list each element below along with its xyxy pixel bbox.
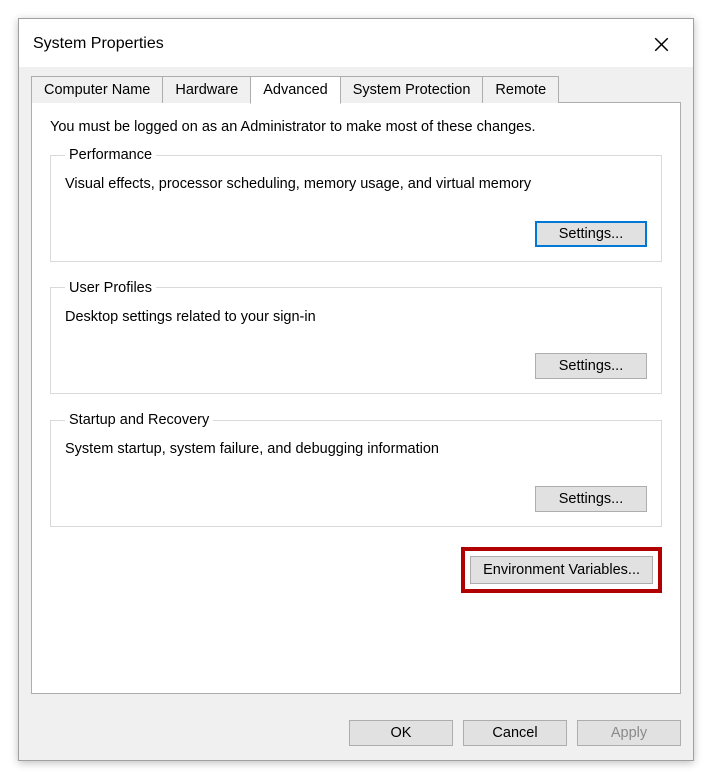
environment-variables-button[interactable]: Environment Variables...: [470, 556, 653, 584]
dialog-content: Computer Name Hardware Advanced System P…: [19, 67, 693, 706]
window-title: System Properties: [33, 35, 164, 53]
tab-remote[interactable]: Remote: [482, 76, 559, 103]
performance-group: Performance Visual effects, processor sc…: [50, 147, 662, 262]
startup-recovery-desc: System startup, system failure, and debu…: [65, 440, 647, 460]
tab-panel-advanced: You must be logged on as an Administrato…: [31, 102, 681, 694]
user-profiles-group: User Profiles Desktop settings related t…: [50, 280, 662, 395]
environment-variables-row: Environment Variables...: [50, 547, 662, 593]
performance-settings-button[interactable]: Settings...: [535, 221, 647, 247]
tab-system-protection[interactable]: System Protection: [340, 76, 484, 103]
user-profiles-legend: User Profiles: [65, 280, 156, 296]
performance-desc: Visual effects, processor scheduling, me…: [65, 175, 647, 195]
cancel-button[interactable]: Cancel: [463, 720, 567, 746]
tabs-row: Computer Name Hardware Advanced System P…: [31, 75, 681, 103]
user-profiles-settings-button[interactable]: Settings...: [535, 353, 647, 379]
close-icon: [654, 37, 669, 52]
intro-text: You must be logged on as an Administrato…: [50, 119, 662, 135]
startup-recovery-legend: Startup and Recovery: [65, 412, 213, 428]
apply-button[interactable]: Apply: [577, 720, 681, 746]
tab-hardware[interactable]: Hardware: [162, 76, 251, 103]
environment-variables-highlight: Environment Variables...: [461, 547, 662, 593]
close-button[interactable]: [641, 29, 681, 59]
performance-legend: Performance: [65, 147, 156, 163]
bottom-button-bar: OK Cancel Apply: [19, 706, 693, 760]
user-profiles-desc: Desktop settings related to your sign-in: [65, 308, 647, 328]
tab-advanced[interactable]: Advanced: [250, 76, 341, 104]
titlebar: System Properties: [19, 19, 693, 67]
ok-button[interactable]: OK: [349, 720, 453, 746]
tab-computer-name[interactable]: Computer Name: [31, 76, 163, 103]
startup-recovery-settings-button[interactable]: Settings...: [535, 486, 647, 512]
system-properties-dialog: System Properties Computer Name Hardware…: [18, 18, 694, 761]
startup-recovery-group: Startup and Recovery System startup, sys…: [50, 412, 662, 527]
